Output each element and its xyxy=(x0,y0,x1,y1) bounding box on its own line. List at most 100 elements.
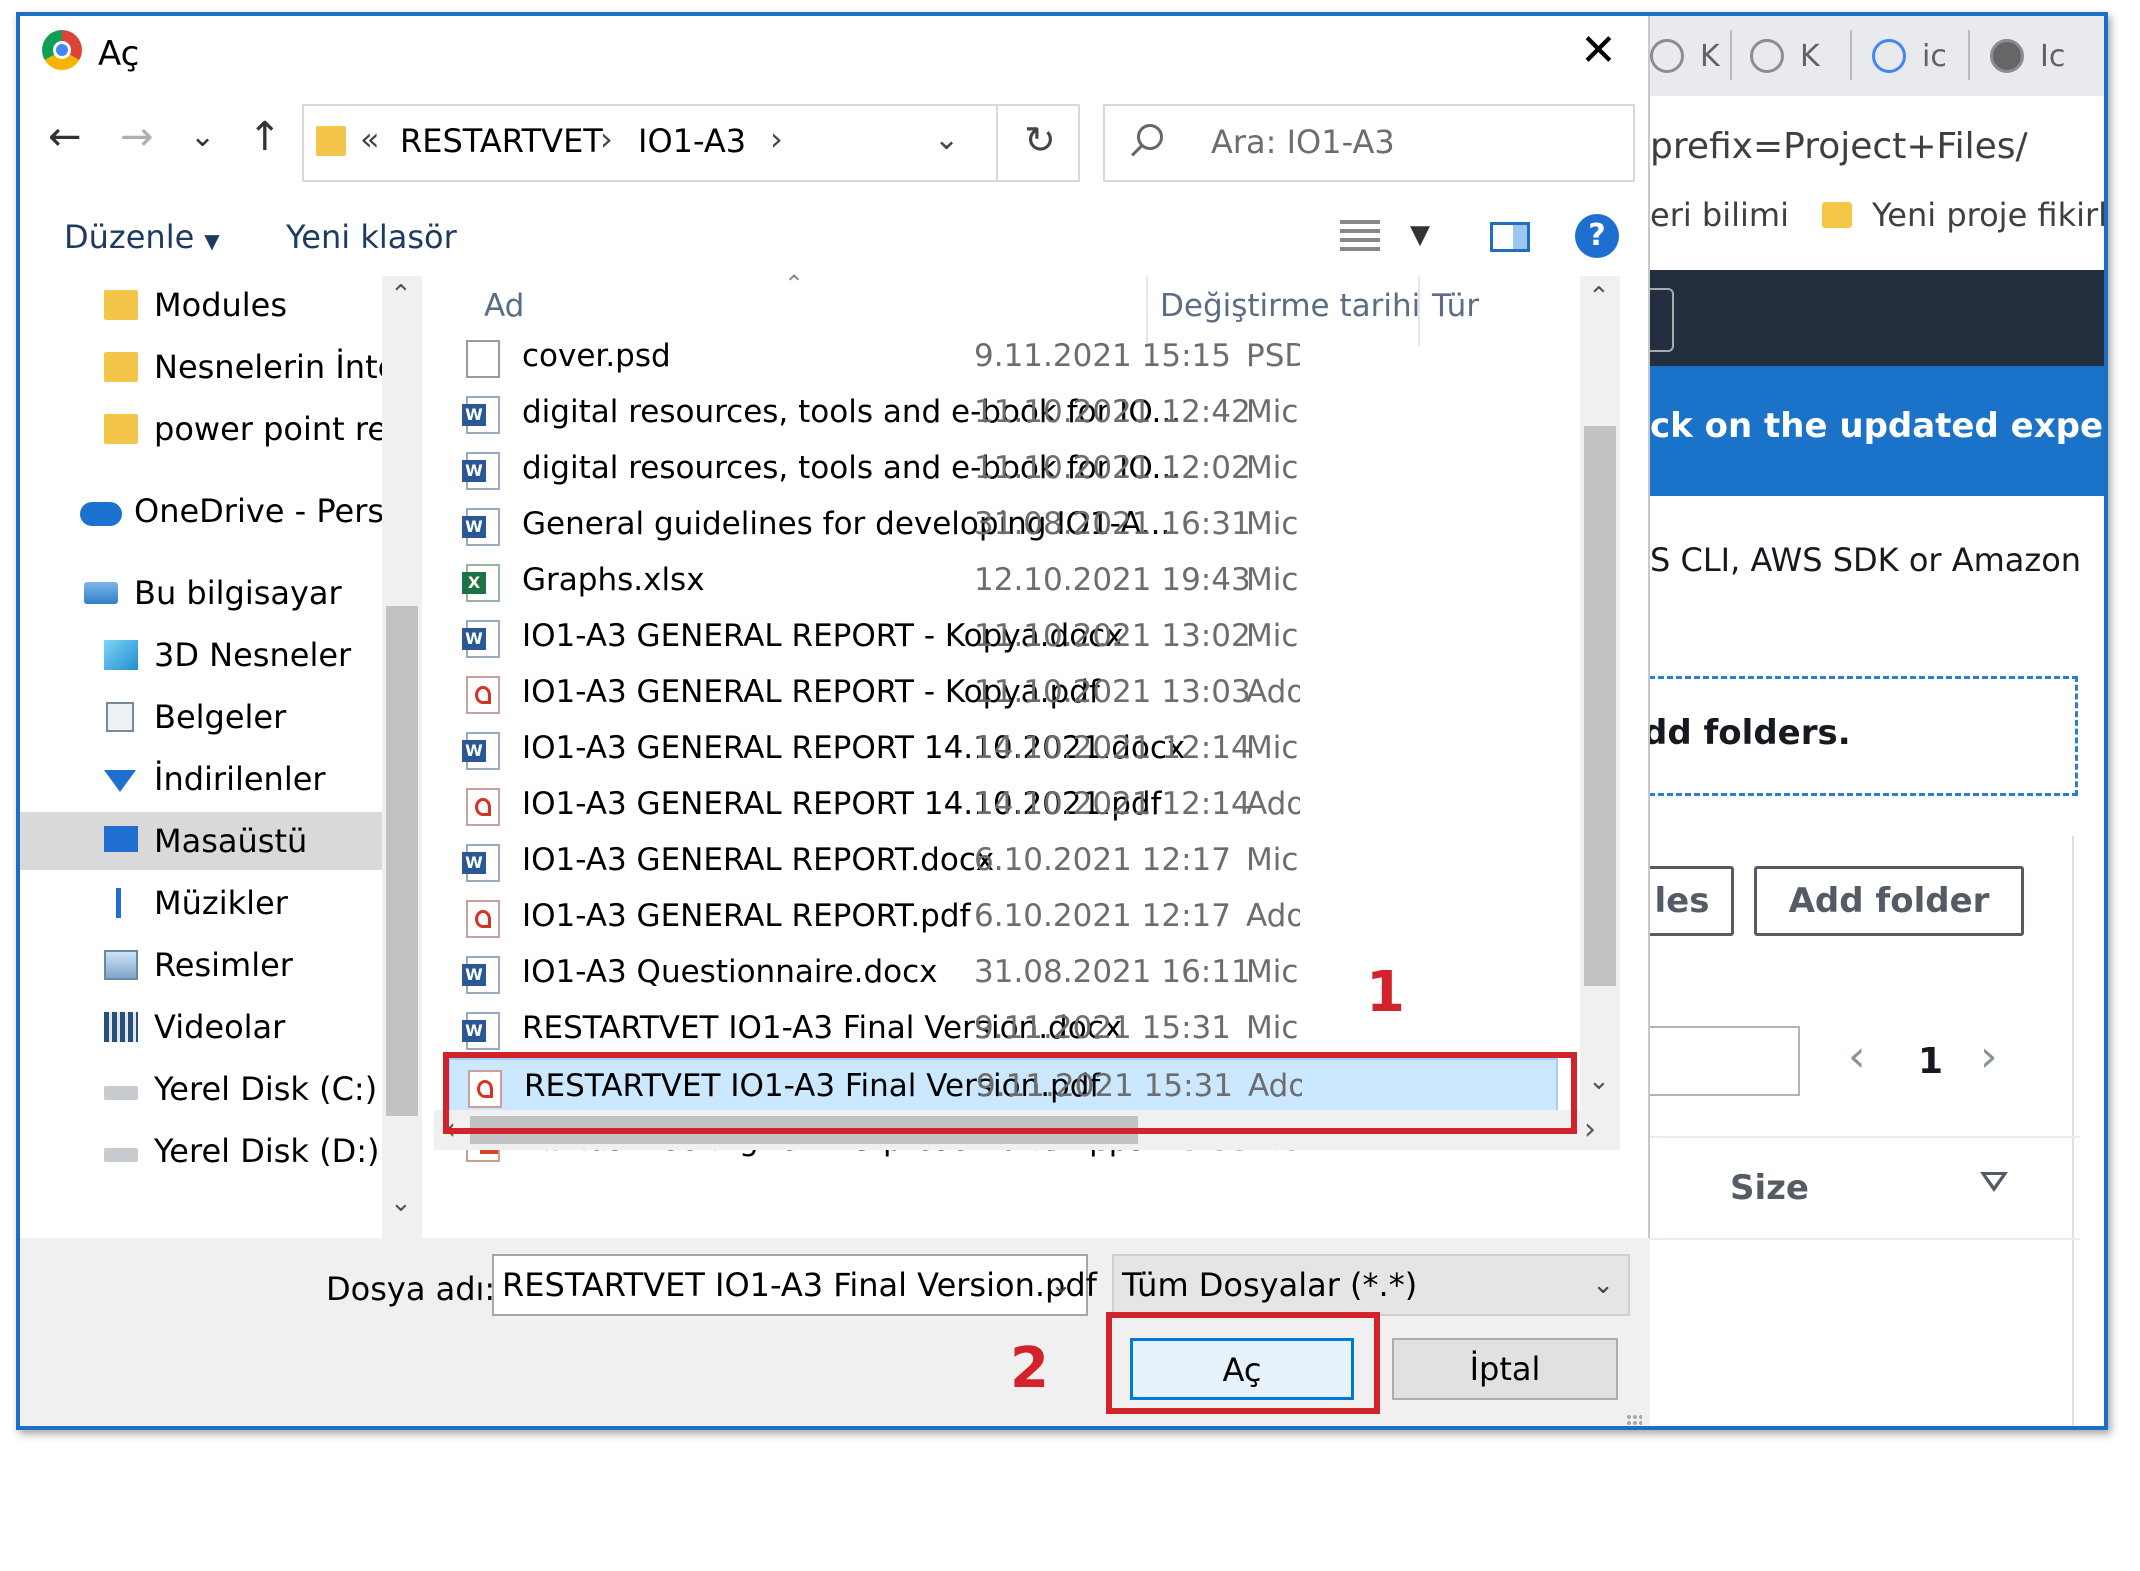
nav-item-this-pc[interactable]: Bu bilgisayar xyxy=(20,564,382,622)
nav-item-label: Müzikler xyxy=(154,884,288,922)
nav-item-power-point[interactable]: power point resim xyxy=(20,400,382,458)
back-button[interactable]: ← xyxy=(48,112,82,162)
bookmark-item[interactable]: eri bilimi xyxy=(1650,196,1789,234)
browser-tab[interactable]: Ic xyxy=(1990,34,2065,78)
file-row[interactable]: IO1-A3 GENERAL REPORT - Kopya.pdf 11.10.2… xyxy=(448,666,1558,722)
file-list-vertical-scrollbar[interactable]: ⌃ ⌄ xyxy=(1580,276,1620,1110)
column-header-name[interactable]: Ad xyxy=(484,288,524,324)
nav-item-label: power point resim xyxy=(154,410,382,448)
file-row[interactable]: IO1-A3 GENERAL REPORT 14.10.2021.docx14.… xyxy=(448,722,1558,778)
chevron-down-icon[interactable]: ⌄ xyxy=(1050,1270,1072,1300)
browser-url[interactable]: prefix=Project+Files/ xyxy=(1650,126,2028,167)
nav-item-label: OneDrive - Personal xyxy=(134,492,382,530)
file-row[interactable]: cover.psd 9.11.2021 15:15 PSD Dosyası xyxy=(448,330,1558,386)
pdf-file-icon xyxy=(466,900,500,938)
file-date: 6.10.2021 12:17 xyxy=(974,898,1231,934)
file-row[interactable]: digital resources, tools and e-book for … xyxy=(448,442,1558,498)
nav-item-music[interactable]: Müzikler xyxy=(20,874,382,932)
breadcrumb-restartvet[interactable]: RESTARTVET xyxy=(400,122,603,160)
bookmark-item[interactable]: Yeni proje fikirler xyxy=(1822,196,2104,234)
close-icon[interactable]: ✕ xyxy=(1580,26,1617,76)
navigation-bar: ← → ⌄ ↑ « RESTARTVET › IO1-A3 › ⌄ ↻ Ara:… xyxy=(20,96,1650,182)
scroll-up-icon[interactable]: ⌃ xyxy=(390,280,412,310)
view-dropdown-icon[interactable]: ▼ xyxy=(1410,220,1430,250)
scroll-up-icon[interactable]: ⌃ xyxy=(1588,282,1610,312)
search-box[interactable] xyxy=(1650,288,1674,352)
browser-tab[interactable]: K xyxy=(1750,34,1820,78)
file-type: Adobe Acrobat xyxy=(1246,674,1300,710)
help-icon[interactable]: ? xyxy=(1575,214,1619,258)
new-folder-button[interactable]: Yeni klasör xyxy=(286,218,457,256)
browser-tab[interactable]: K xyxy=(1650,34,1720,78)
scroll-down-icon[interactable]: ⌄ xyxy=(1588,1066,1610,1096)
nav-item-pictures[interactable]: Resimler xyxy=(20,936,382,994)
address-dropdown-icon[interactable]: ⌄ xyxy=(934,122,959,157)
scroll-right-icon[interactable]: › xyxy=(1584,1112,1596,1147)
prev-page-icon[interactable]: ‹ xyxy=(1848,1031,1866,1082)
up-button[interactable]: ↑ xyxy=(248,112,282,162)
chrome-icon xyxy=(42,30,82,70)
column-header-type[interactable]: Tür xyxy=(1432,288,1479,324)
breadcrumb-overflow[interactable]: « xyxy=(360,120,380,158)
file-date: 11.10.2021 12:02 xyxy=(974,450,1251,486)
scroll-down-icon[interactable]: ⌄ xyxy=(390,1188,412,1218)
address-bar[interactable]: « RESTARTVET › IO1-A3 › ⌄ ↻ xyxy=(302,104,1080,182)
file-type-select[interactable]: Tüm Dosyalar (*.*) ⌄ xyxy=(1112,1254,1630,1316)
search-icon xyxy=(1137,124,1163,150)
chevron-down-icon[interactable]: ⌄ xyxy=(1592,1270,1614,1300)
search-input[interactable]: Ara: IO1-A3 xyxy=(1103,104,1635,182)
find-input[interactable] xyxy=(1650,1026,1800,1096)
word-file-icon xyxy=(462,956,500,994)
add-files-button[interactable]: les xyxy=(1650,866,1734,936)
size-column-header[interactable]: Size xyxy=(1650,1136,2080,1240)
file-date: 9.11.2021 15:31 xyxy=(974,1010,1231,1046)
organize-menu[interactable]: Düzenle ▼ xyxy=(64,218,220,256)
file-row[interactable]: IO1-A3 GENERAL REPORT - Kopya.docx11.10.… xyxy=(448,610,1558,666)
recent-locations-button[interactable]: ⌄ xyxy=(190,112,215,162)
file-row[interactable]: General guidelines for developing IO1-A.… xyxy=(448,498,1558,554)
nav-item-desktop[interactable]: Masaüstü xyxy=(20,812,382,870)
file-row[interactable]: IO1-A3 GENERAL REPORT.pdf 6.10.2021 12:17… xyxy=(448,890,1558,946)
view-options-icon[interactable] xyxy=(1340,220,1380,252)
browser-tab[interactable]: ic xyxy=(1872,34,1947,78)
refresh-icon[interactable]: ↻ xyxy=(1024,118,1056,162)
nav-item-disk-c[interactable]: Yerel Disk (C:) xyxy=(20,1060,382,1118)
cancel-button[interactable]: İptal xyxy=(1392,1338,1618,1400)
file-type-value: Tüm Dosyalar (*.*) xyxy=(1122,1266,1418,1304)
pdf-file-icon xyxy=(466,788,500,826)
nav-item-documents[interactable]: Belgeler xyxy=(20,688,382,746)
next-page-icon[interactable]: › xyxy=(1980,1031,1998,1082)
breadcrumb-chevron-icon[interactable]: › xyxy=(770,120,783,158)
nav-item-nesnelerin[interactable]: Nesnelerin İnternet xyxy=(20,338,382,396)
word-file-icon xyxy=(462,396,500,434)
nav-pane-scrollbar[interactable]: ⌃ ⌄ xyxy=(382,276,422,1238)
file-row[interactable]: IO1-A3 GENERAL REPORT.docx6.10.2021 12:1… xyxy=(448,834,1558,890)
nav-item-disk-d[interactable]: Yerel Disk (D:) xyxy=(20,1122,382,1180)
drop-zone[interactable]: dd folders. xyxy=(1650,676,2078,796)
file-row[interactable]: Graphs.xlsx 12.10.2021 19:43Microsoft Exc… xyxy=(448,554,1558,610)
file-type: Microsoft Word xyxy=(1246,618,1300,654)
file-row[interactable]: IO1-A3 GENERAL REPORT 14.10.2021.pdf 14.1… xyxy=(448,778,1558,834)
scrollbar-thumb[interactable] xyxy=(1584,426,1616,986)
file-row[interactable]: digital resources, tools and e-book for … xyxy=(448,386,1558,442)
filename-input[interactable]: RESTARTVET IO1-A3 Final Version.pdf ⌄ xyxy=(492,1254,1097,1316)
page-number[interactable]: 1 xyxy=(1918,1041,1943,1082)
breadcrumb-io1-a3[interactable]: IO1-A3 xyxy=(638,122,746,160)
word-file-icon xyxy=(462,732,500,770)
tab-favicon-icon xyxy=(1750,39,1784,73)
file-type: Adobe Acrobat xyxy=(1246,898,1300,934)
tab-favicon-icon xyxy=(1990,39,2024,73)
nav-item-downloads[interactable]: İndirilenler xyxy=(20,750,382,808)
resize-grip-icon[interactable] xyxy=(1626,1414,1642,1426)
breadcrumb-chevron-icon[interactable]: › xyxy=(600,120,613,158)
nav-item-modules[interactable]: Modules xyxy=(20,276,382,334)
nav-item-3d-objects[interactable]: 3D Nesneler xyxy=(20,626,382,684)
nav-item-onedrive[interactable]: OneDrive - Personal xyxy=(20,482,382,540)
column-header-date[interactable]: Değiştirme tarihi xyxy=(1160,288,1420,324)
scrollbar-thumb[interactable] xyxy=(386,606,418,1116)
preview-pane-icon[interactable] xyxy=(1490,222,1530,252)
forward-button[interactable]: → xyxy=(120,112,154,162)
nav-item-videos[interactable]: Videolar xyxy=(20,998,382,1056)
file-type: Microsoft Word xyxy=(1246,394,1300,430)
add-folder-button[interactable]: Add folder xyxy=(1754,866,2024,936)
